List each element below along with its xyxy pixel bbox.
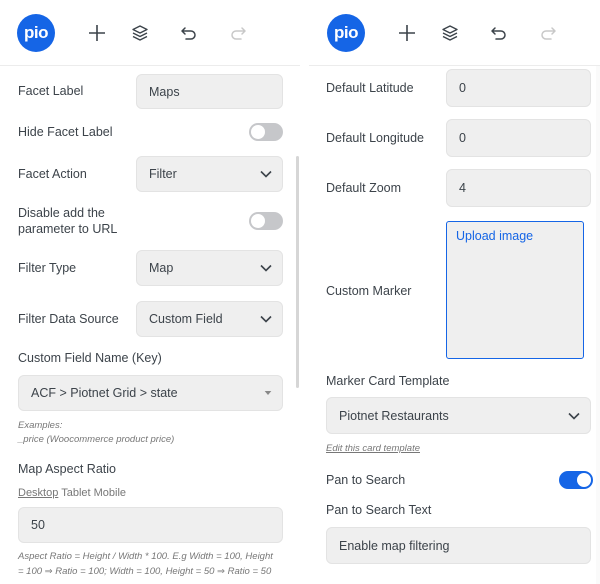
settings-panel-left: pio Facet Label Maps Hide Facet Label Fa… [0, 0, 300, 584]
layers-icon[interactable] [438, 21, 462, 45]
toggle-knob [577, 473, 591, 487]
custom-field-name-value: ACF > Piotnet Grid > state [31, 386, 178, 400]
pan-to-search-text-input[interactable]: Enable map filtering [326, 527, 591, 564]
disable-param-label-line1: Disable add the [18, 206, 105, 220]
aspect-ratio-note-line1: Aspect Ratio = Height / Width * 100. E.g… [18, 551, 273, 562]
marker-card-template-label: Marker Card Template [326, 374, 450, 388]
facet-label-input[interactable]: Maps [136, 74, 283, 109]
examples-text: _price (Woocommerce product price) [18, 434, 175, 445]
scrollbar[interactable] [296, 156, 299, 388]
marker-card-template-value: Piotnet Restaurants [339, 408, 449, 423]
chevron-down-icon [260, 170, 272, 178]
default-longitude-label: Default Longitude [326, 131, 424, 145]
hide-facet-label-toggle[interactable] [249, 123, 283, 141]
facet-action-label: Facet Action [18, 167, 87, 181]
default-zoom-input[interactable]: 4 [446, 169, 591, 207]
default-longitude-input[interactable]: 0 [446, 119, 591, 157]
default-zoom-label: Default Zoom [326, 181, 402, 195]
pan-to-search-text-label: Pan to Search Text [326, 503, 432, 517]
marker-card-template-select[interactable]: Piotnet Restaurants [326, 397, 591, 434]
custom-field-name-select[interactable]: ACF > Piotnet Grid > state [18, 375, 283, 411]
device-desktop[interactable]: Desktop [18, 487, 58, 499]
facet-action-value: Filter [149, 167, 177, 181]
filter-type-select[interactable]: Map [136, 250, 283, 286]
aspect-ratio-note-line2: = 100 ⇒ Ratio = 100; Width = 100, Height… [18, 566, 272, 577]
custom-field-name-label: Custom Field Name (Key) [18, 351, 162, 365]
chevron-down-icon [260, 264, 272, 272]
toolbar: pio [309, 0, 600, 66]
device-mobile[interactable]: Mobile [94, 487, 126, 499]
facet-label-label: Facet Label [18, 84, 84, 98]
hide-facet-label-label: Hide Facet Label [18, 125, 113, 139]
plus-icon[interactable] [85, 21, 109, 45]
facet-action-select[interactable]: Filter [136, 156, 283, 192]
edit-card-template-link[interactable]: Edit this card template [326, 442, 420, 456]
piotnet-logo[interactable]: pio [17, 13, 55, 52]
filter-data-source-value: Custom Field [149, 312, 223, 326]
toggle-knob [251, 214, 265, 228]
piotnet-logo[interactable]: pio [327, 13, 365, 52]
scrollbar-track [596, 66, 600, 584]
undo-icon[interactable] [487, 21, 511, 45]
device-switcher: Desktop Tablet Mobile [18, 487, 126, 499]
settings-panel-right: pio Default Latitude 0 Default Longitude… [309, 0, 600, 584]
disable-param-toggle[interactable] [249, 212, 283, 230]
examples-heading: Examples: [18, 420, 63, 431]
disable-param-label-line2: parameter to URL [18, 222, 118, 236]
redo-icon [536, 21, 560, 45]
device-tablet[interactable]: Tablet [61, 487, 90, 499]
chevron-down-icon [260, 315, 272, 323]
upload-image-text: Upload image [456, 229, 534, 243]
caret-down-icon [264, 391, 272, 395]
filter-type-value: Map [149, 261, 174, 275]
filter-data-source-select[interactable]: Custom Field [136, 301, 283, 337]
toggle-knob [251, 125, 265, 139]
chevron-down-icon [568, 412, 580, 420]
redo-icon [226, 21, 250, 45]
map-aspect-ratio-label: Map Aspect Ratio [18, 462, 116, 476]
default-latitude-label: Default Latitude [326, 81, 414, 95]
filter-data-source-label: Filter Data Source [18, 312, 119, 326]
custom-marker-label: Custom Marker [326, 284, 412, 298]
upload-image-area[interactable]: Upload image [446, 221, 584, 359]
layers-icon[interactable] [128, 21, 152, 45]
undo-icon[interactable] [177, 21, 201, 45]
map-aspect-ratio-input[interactable]: 50 [18, 507, 283, 543]
plus-icon[interactable] [395, 21, 419, 45]
toolbar: pio [0, 0, 300, 66]
default-latitude-input[interactable]: 0 [446, 69, 591, 107]
pan-to-search-label: Pan to Search [326, 473, 406, 487]
pan-to-search-toggle[interactable] [559, 471, 593, 489]
filter-type-label: Filter Type [18, 261, 77, 275]
